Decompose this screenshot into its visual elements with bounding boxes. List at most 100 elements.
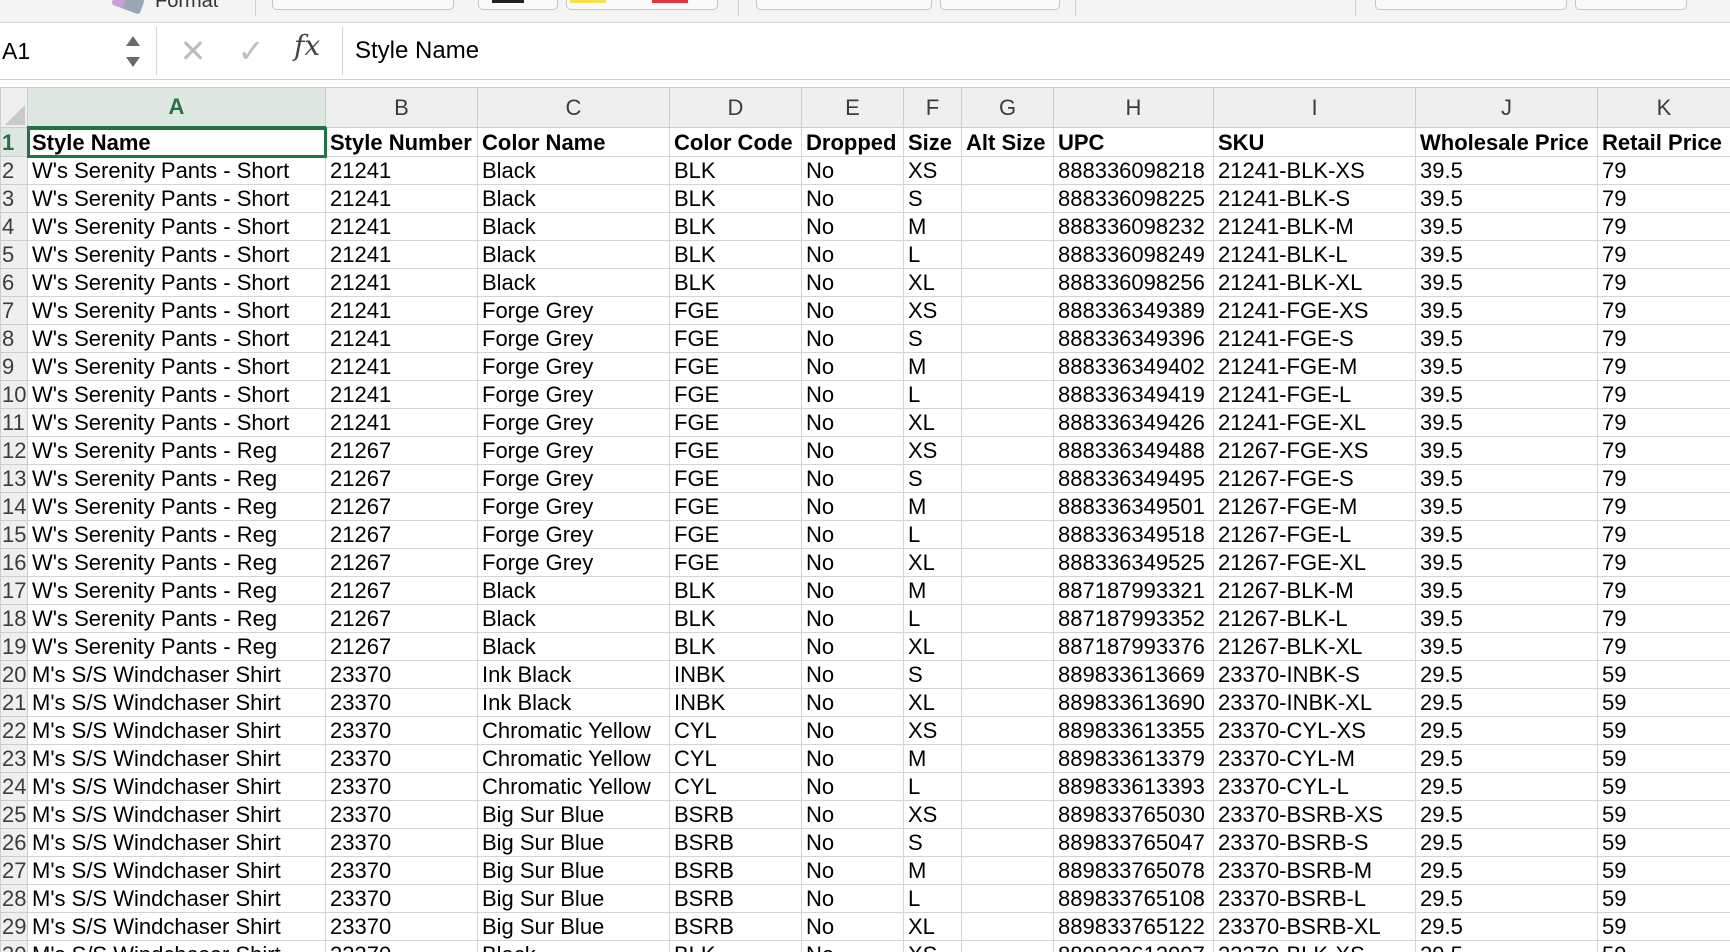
cell-e18[interactable]: No bbox=[801, 604, 904, 633]
cell-j28[interactable]: 29.5 bbox=[1415, 884, 1598, 913]
cell-a27[interactable]: M's S/S Windchaser Shirt bbox=[27, 856, 326, 885]
cell-k1[interactable]: Retail Price bbox=[1597, 127, 1730, 157]
cell-f10[interactable]: L bbox=[903, 380, 962, 409]
cell-c10[interactable]: Forge Grey bbox=[477, 380, 670, 409]
cell-g3[interactable] bbox=[961, 184, 1054, 213]
column-header-h[interactable]: H bbox=[1053, 87, 1214, 128]
cell-c19[interactable]: Black bbox=[477, 632, 670, 661]
column-header-i[interactable]: I bbox=[1213, 87, 1416, 128]
cell-e22[interactable]: No bbox=[801, 716, 904, 745]
cell-g25[interactable] bbox=[961, 800, 1054, 829]
cell-h28[interactable]: 889833765108 bbox=[1053, 884, 1214, 913]
format-painter-icon[interactable] bbox=[111, 0, 145, 15]
cell-i20[interactable]: 23370-INBK-S bbox=[1213, 660, 1416, 689]
row-header[interactable]: 23 bbox=[0, 744, 28, 773]
cell-a23[interactable]: M's S/S Windchaser Shirt bbox=[27, 744, 326, 773]
cell-f21[interactable]: XL bbox=[903, 688, 962, 717]
cell-j7[interactable]: 39.5 bbox=[1415, 296, 1598, 325]
cell-b2[interactable]: 21241 bbox=[325, 156, 478, 185]
cancel-icon[interactable]: ✕ bbox=[173, 27, 213, 75]
cell-e8[interactable]: No bbox=[801, 324, 904, 353]
cell-e3[interactable]: No bbox=[801, 184, 904, 213]
cell-a13[interactable]: W's Serenity Pants - Reg bbox=[27, 464, 326, 493]
cell-b9[interactable]: 21241 bbox=[325, 352, 478, 381]
cell-i1[interactable]: SKU bbox=[1213, 127, 1416, 157]
cell-d20[interactable]: INBK bbox=[669, 660, 802, 689]
cell-b8[interactable]: 21241 bbox=[325, 324, 478, 353]
cell-k27[interactable]: 59 bbox=[1597, 856, 1730, 885]
cell-j9[interactable]: 39.5 bbox=[1415, 352, 1598, 381]
row-header[interactable]: 4 bbox=[0, 212, 28, 241]
cell-i10[interactable]: 21241-FGE-L bbox=[1213, 380, 1416, 409]
cell-g15[interactable] bbox=[961, 520, 1054, 549]
cell-j19[interactable]: 39.5 bbox=[1415, 632, 1598, 661]
cell-a29[interactable]: M's S/S Windchaser Shirt bbox=[27, 912, 326, 941]
cell-f14[interactable]: M bbox=[903, 492, 962, 521]
cell-j12[interactable]: 39.5 bbox=[1415, 436, 1598, 465]
row-header[interactable]: 16 bbox=[0, 548, 28, 577]
cell-j2[interactable]: 39.5 bbox=[1415, 156, 1598, 185]
cell-j17[interactable]: 39.5 bbox=[1415, 576, 1598, 605]
row-header[interactable]: 25 bbox=[0, 800, 28, 829]
cell-b27[interactable]: 23370 bbox=[325, 856, 478, 885]
cell-h24[interactable]: 889833613393 bbox=[1053, 772, 1214, 801]
cell-e4[interactable]: No bbox=[801, 212, 904, 241]
row-header[interactable]: 11 bbox=[0, 408, 28, 437]
cell-h4[interactable]: 888336098232 bbox=[1053, 212, 1214, 241]
cell-h23[interactable]: 889833613379 bbox=[1053, 744, 1214, 773]
cell-d10[interactable]: FGE bbox=[669, 380, 802, 409]
insert-function-icon[interactable]: fx bbox=[294, 29, 320, 62]
cell-i30[interactable]: 23370-BLK-XS bbox=[1213, 940, 1416, 952]
alignment-control[interactable] bbox=[756, 0, 932, 10]
cell-i22[interactable]: 23370-CYL-XS bbox=[1213, 716, 1416, 745]
cell-c20[interactable]: Ink Black bbox=[477, 660, 670, 689]
cell-b15[interactable]: 21267 bbox=[325, 520, 478, 549]
cell-c18[interactable]: Black bbox=[477, 604, 670, 633]
cell-b16[interactable]: 21267 bbox=[325, 548, 478, 577]
column-header-f[interactable]: F bbox=[903, 87, 962, 128]
cell-h7[interactable]: 888336349389 bbox=[1053, 296, 1214, 325]
cell-i25[interactable]: 23370-BSRB-XS bbox=[1213, 800, 1416, 829]
cell-j22[interactable]: 29.5 bbox=[1415, 716, 1598, 745]
cell-a12[interactable]: W's Serenity Pants - Reg bbox=[27, 436, 326, 465]
cell-a11[interactable]: W's Serenity Pants - Short bbox=[27, 408, 326, 437]
cell-k6[interactable]: 79 bbox=[1597, 268, 1730, 297]
cell-i15[interactable]: 21267-FGE-L bbox=[1213, 520, 1416, 549]
cell-e21[interactable]: No bbox=[801, 688, 904, 717]
cell-f1[interactable]: Size bbox=[903, 127, 962, 157]
cell-k20[interactable]: 59 bbox=[1597, 660, 1730, 689]
cell-h8[interactable]: 888336349396 bbox=[1053, 324, 1214, 353]
cell-e1[interactable]: Dropped bbox=[801, 127, 904, 157]
cell-a28[interactable]: M's S/S Windchaser Shirt bbox=[27, 884, 326, 913]
cell-k21[interactable]: 59 bbox=[1597, 688, 1730, 717]
row-header[interactable]: 14 bbox=[0, 492, 28, 521]
cell-g5[interactable] bbox=[961, 240, 1054, 269]
cell-c29[interactable]: Big Sur Blue bbox=[477, 912, 670, 941]
row-header[interactable]: 26 bbox=[0, 828, 28, 857]
cell-c7[interactable]: Forge Grey bbox=[477, 296, 670, 325]
cell-k17[interactable]: 79 bbox=[1597, 576, 1730, 605]
cell-c6[interactable]: Black bbox=[477, 268, 670, 297]
cell-c24[interactable]: Chromatic Yellow bbox=[477, 772, 670, 801]
cell-i7[interactable]: 21241-FGE-XS bbox=[1213, 296, 1416, 325]
cell-d3[interactable]: BLK bbox=[669, 184, 802, 213]
cell-h25[interactable]: 889833765030 bbox=[1053, 800, 1214, 829]
cell-e26[interactable]: No bbox=[801, 828, 904, 857]
cell-b29[interactable]: 23370 bbox=[325, 912, 478, 941]
cell-g28[interactable] bbox=[961, 884, 1054, 913]
cell-d6[interactable]: BLK bbox=[669, 268, 802, 297]
cell-d22[interactable]: CYL bbox=[669, 716, 802, 745]
cell-c3[interactable]: Black bbox=[477, 184, 670, 213]
cell-j8[interactable]: 39.5 bbox=[1415, 324, 1598, 353]
cell-a16[interactable]: W's Serenity Pants - Reg bbox=[27, 548, 326, 577]
cell-e2[interactable]: No bbox=[801, 156, 904, 185]
cell-k26[interactable]: 59 bbox=[1597, 828, 1730, 857]
cell-c8[interactable]: Forge Grey bbox=[477, 324, 670, 353]
cell-e20[interactable]: No bbox=[801, 660, 904, 689]
row-header[interactable]: 10 bbox=[0, 380, 28, 409]
cell-j13[interactable]: 39.5 bbox=[1415, 464, 1598, 493]
cell-b24[interactable]: 23370 bbox=[325, 772, 478, 801]
cell-c1[interactable]: Color Name bbox=[477, 127, 670, 157]
cell-e19[interactable]: No bbox=[801, 632, 904, 661]
cell-k2[interactable]: 79 bbox=[1597, 156, 1730, 185]
